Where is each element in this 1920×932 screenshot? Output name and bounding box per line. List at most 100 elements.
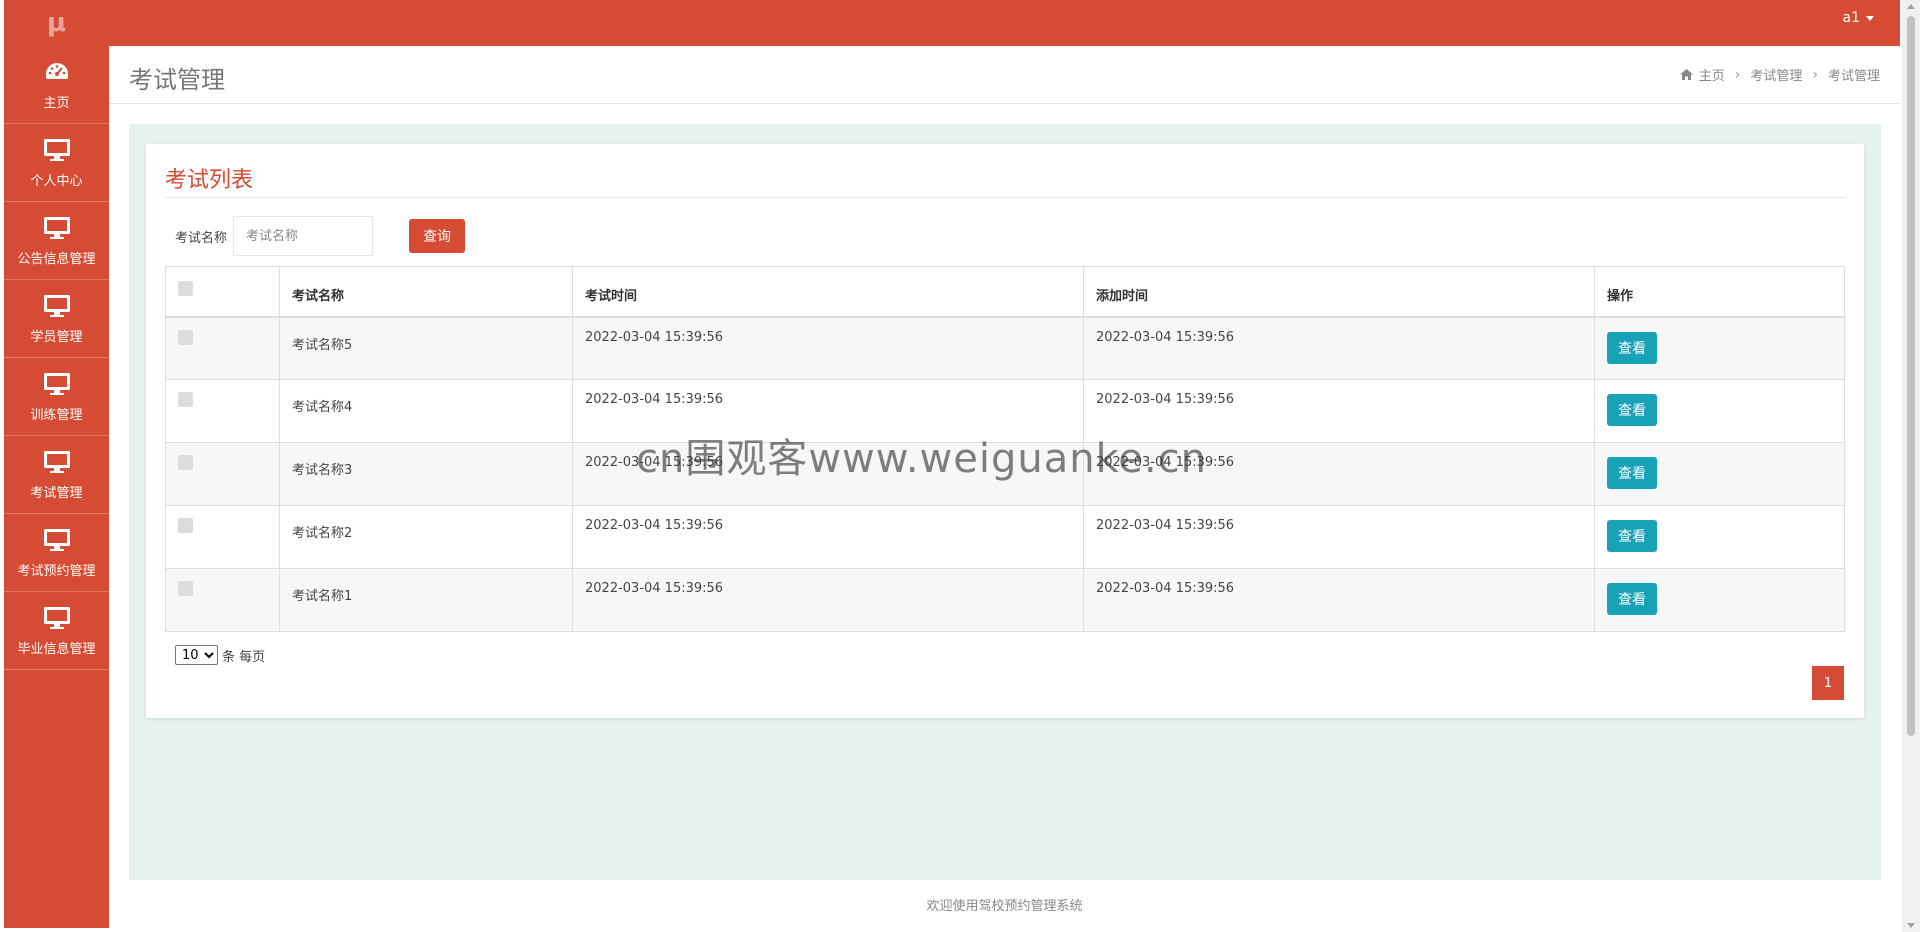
row-checkbox[interactable]	[178, 329, 193, 345]
table-row: 考试名称1 2022-03-04 15:39:56 2022-03-04 15:…	[165, 568, 1845, 632]
sidebar-item-home[interactable]: 主页	[4, 46, 109, 124]
row-select-cell	[165, 568, 280, 632]
search-label: 考试名称	[175, 230, 228, 246]
sidebar-item-exam-bookings[interactable]: 考试预约管理	[4, 514, 109, 592]
user-menu[interactable]: a1	[1842, 10, 1874, 26]
sidebar-item-announcements[interactable]: 公告信息管理	[4, 202, 109, 280]
sidebar-item-profile[interactable]: 个人中心	[4, 124, 109, 202]
exam-time-cell: 2022-03-04 15:39:56	[572, 379, 1084, 443]
sidebar-item-label: 学员管理	[30, 330, 83, 345]
row-select-cell	[165, 442, 280, 506]
sidebar-item-label: 个人中心	[30, 174, 83, 189]
search-button[interactable]: 查询	[409, 219, 466, 253]
row-select-cell	[165, 379, 280, 443]
select-all-checkbox[interactable]	[178, 281, 193, 296]
chevron-right-icon: ›	[1812, 66, 1818, 83]
scrollbar-thumb[interactable]	[1907, 16, 1915, 736]
exam-time-cell: 2022-03-04 15:39:56	[572, 568, 1084, 632]
table-row: 考试名称3 2022-03-04 15:39:56 2022-03-04 15:…	[165, 442, 1845, 506]
breadcrumb: 主页 › 考试管理 › 考试管理	[1679, 65, 1880, 84]
row-select-cell	[165, 316, 280, 380]
table-row: 考试名称2 2022-03-04 15:39:56 2022-03-04 15:…	[165, 505, 1845, 569]
sidebar-item-label: 公告信息管理	[17, 252, 96, 267]
view-button[interactable]: 查看	[1607, 457, 1657, 489]
chevron-right-icon: ›	[1734, 66, 1741, 83]
monitor-icon	[43, 526, 71, 554]
table-row: 考试名称5 2022-03-04 15:39:56 2022-03-04 15:…	[165, 316, 1845, 380]
action-cell: 查看	[1594, 442, 1845, 506]
added-time-cell: 2022-03-04 15:39:56	[1083, 568, 1595, 632]
view-button[interactable]: 查看	[1607, 331, 1657, 364]
user-name: a1	[1842, 10, 1861, 26]
page-title: 考试管理	[129, 66, 225, 94]
exam-name-search-input[interactable]	[233, 216, 374, 256]
exam-time-cell: 2022-03-04 15:39:56	[572, 316, 1084, 380]
sidebar-item-label: 主页	[43, 96, 70, 111]
monitor-icon	[43, 604, 71, 632]
exam-name-cell: 考试名称4	[279, 379, 573, 443]
exam-list-card: 考试列表 考试名称 查询 考试名称 考试时间 添加时间 操作 考试名称5 2	[146, 144, 1864, 718]
select-all-header	[165, 266, 280, 318]
view-button[interactable]: 查看	[1607, 520, 1657, 552]
sidebar-item-exams[interactable]: 考试管理	[4, 436, 109, 514]
column-header[interactable]: 添加时间	[1083, 266, 1595, 318]
view-button[interactable]: 查看	[1607, 583, 1657, 615]
exam-name-cell: 考试名称5	[279, 316, 573, 380]
added-time-cell: 2022-03-04 15:39:56	[1083, 316, 1595, 380]
page-header: 考试管理 主页 › 考试管理 › 考试管理	[109, 46, 1900, 104]
monitor-icon	[43, 214, 71, 242]
exam-time-cell: 2022-03-04 15:39:56	[572, 505, 1084, 569]
scrollbar[interactable]	[1902, 0, 1920, 932]
footer-text: 欢迎使用驾校预约管理系统	[926, 898, 1083, 914]
site-footer: 欢迎使用驾校预约管理系统	[109, 880, 1900, 928]
page-bottom-edge	[0, 928, 1902, 932]
sidebar-item-graduation[interactable]: 毕业信息管理	[4, 592, 109, 670]
sidebar-item-label: 考试预约管理	[17, 564, 96, 579]
home-icon	[1679, 69, 1693, 80]
caret-down-icon	[1866, 15, 1874, 21]
table-row: 考试名称4 2022-03-04 15:39:56 2022-03-04 15:…	[165, 379, 1845, 443]
row-checkbox[interactable]	[178, 518, 193, 533]
app-logo[interactable]: μ	[4, 0, 109, 46]
scroll-down-icon[interactable]	[1907, 923, 1915, 928]
action-cell: 查看	[1594, 568, 1845, 632]
added-time-cell: 2022-03-04 15:39:56	[1083, 379, 1595, 443]
table-header-row: 考试名称 考试时间 添加时间 操作	[165, 266, 1845, 318]
row-checkbox[interactable]	[178, 581, 193, 596]
action-cell: 查看	[1594, 505, 1845, 569]
sidebar-item-students[interactable]: 学员管理	[4, 280, 109, 358]
page-size-suffix: 条 每页	[222, 649, 266, 665]
exam-name-cell: 考试名称1	[279, 568, 573, 632]
breadcrumb-label: 主页	[1698, 69, 1725, 84]
action-cell: 查看	[1594, 379, 1845, 443]
breadcrumb-home[interactable]: 主页	[1679, 65, 1725, 84]
dashboard-icon	[44, 58, 70, 86]
top-bar: μ a1	[4, 0, 1900, 46]
scroll-up-icon[interactable]	[1907, 4, 1915, 9]
pagination-page-button[interactable]: 1	[1812, 666, 1844, 700]
row-checkbox[interactable]	[178, 455, 193, 470]
breadcrumb-section[interactable]: 考试管理	[1750, 65, 1802, 84]
exam-name-cell: 考试名称2	[279, 505, 573, 569]
row-select-cell	[165, 505, 280, 569]
row-checkbox[interactable]	[178, 392, 193, 407]
view-button[interactable]: 查看	[1607, 394, 1657, 426]
column-header[interactable]: 考试时间	[572, 266, 1084, 318]
monitor-icon	[43, 136, 71, 164]
page-size-control: 10 条 每页	[175, 645, 265, 665]
card-title: 考试列表	[165, 168, 254, 193]
sidebar-item-training[interactable]: 训练管理	[4, 358, 109, 436]
breadcrumb-current: 考试管理	[1827, 69, 1880, 84]
column-header[interactable]: 考试名称	[279, 266, 573, 318]
monitor-icon	[43, 370, 71, 398]
monitor-icon	[43, 292, 71, 320]
divider	[165, 197, 1845, 198]
sidebar-item-label: 训练管理	[30, 408, 83, 423]
action-cell: 查看	[1594, 316, 1845, 380]
exam-name-cell: 考试名称3	[279, 442, 573, 506]
page-size-select[interactable]: 10	[175, 645, 218, 665]
sidebar-item-label: 毕业信息管理	[17, 642, 96, 657]
added-time-cell: 2022-03-04 15:39:56	[1083, 442, 1595, 506]
search-bar: 考试名称 查询	[175, 216, 466, 256]
sidebar: 主页 个人中心 公告信息管理 学员管理 训练管理 考试管理 考试预约管理 毕业信…	[4, 46, 109, 928]
